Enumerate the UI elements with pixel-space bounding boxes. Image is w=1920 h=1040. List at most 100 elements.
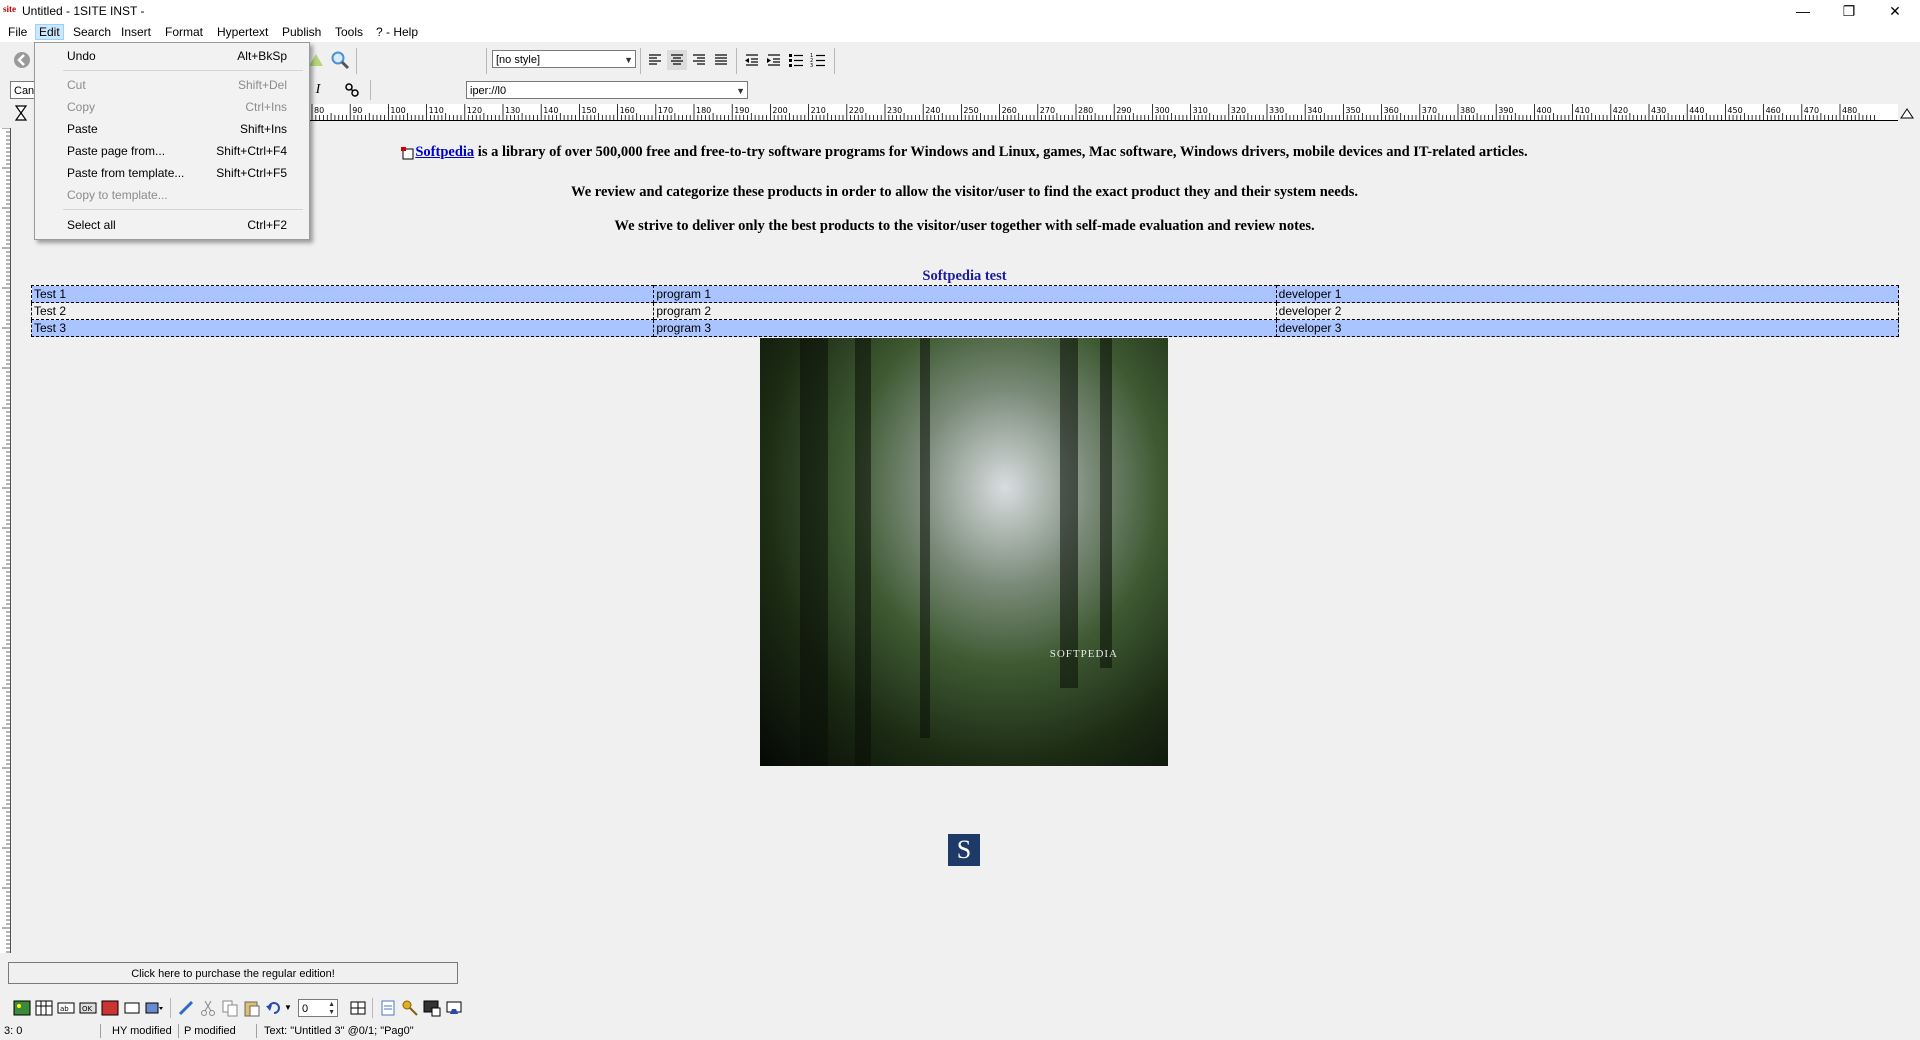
document-canvas[interactable]: Softpedia is a library of over 500,000 f… — [12, 128, 1917, 953]
minimize-button[interactable]: — — [1780, 0, 1826, 22]
table-cell[interactable]: Test 2 — [30, 302, 655, 320]
grid-icon[interactable] — [348, 998, 368, 1018]
menu-paste[interactable]: Paste Shift+Ins — [35, 119, 309, 139]
menu-file[interactable]: File — [5, 25, 30, 39]
table-cell[interactable]: developer 1 — [1275, 285, 1900, 303]
ruler-label: 260 — [1002, 106, 1017, 115]
ruler-label: 380 — [1460, 106, 1475, 115]
toolbar-separator — [640, 48, 641, 74]
copy-icon[interactable] — [220, 998, 240, 1018]
publish-icon[interactable] — [444, 998, 464, 1018]
intro-text: is a library of over 500,000 free and fr… — [474, 144, 1528, 160]
table-cell[interactable]: developer 2 — [1275, 302, 1900, 320]
table-cell[interactable]: developer 3 — [1275, 319, 1900, 337]
ruler-label: 170 — [658, 106, 673, 115]
menu-paste-from-template[interactable]: Paste from template... Shift+Ctrl+F5 — [35, 163, 309, 183]
justify-icon[interactable] — [711, 50, 731, 70]
indent-icon[interactable] — [764, 50, 784, 70]
status-divider — [100, 1024, 101, 1038]
menu-undo[interactable]: Undo Alt+BkSp — [35, 46, 309, 66]
back-icon[interactable] — [12, 50, 32, 70]
link-icon[interactable] — [342, 80, 362, 100]
ruler-triangle-icon[interactable] — [1900, 106, 1914, 120]
menu-format[interactable]: Format — [162, 25, 206, 39]
align-center-icon[interactable] — [667, 50, 687, 70]
table-row[interactable]: Test 2 program 2 developer 2 — [30, 302, 1900, 320]
softpedia-link[interactable]: Softpedia — [415, 144, 474, 160]
insert-frame-icon[interactable] — [122, 998, 142, 1018]
horizontal-ruler: 80 90 100 110 120 130 140 150 160 170 180 190 200 210… — [308, 104, 1898, 121]
status-divider — [256, 1024, 257, 1038]
toolbar-separator — [834, 48, 835, 74]
undo-icon[interactable] — [264, 998, 284, 1018]
chevron-down-icon: ▼ — [624, 55, 633, 65]
search-icon[interactable] — [330, 50, 350, 70]
cut-icon[interactable] — [198, 998, 218, 1018]
menu-separator — [63, 70, 303, 71]
data-table[interactable]: Test 1 program 1 developer 1 Test 2 prog… — [30, 285, 1900, 337]
table-row[interactable]: Test 3 program 3 developer 3 — [30, 319, 1900, 337]
ruler-label: 370 — [1422, 106, 1437, 115]
anchor-icon — [401, 146, 415, 160]
table-caption: Softpedia test — [922, 268, 1007, 284]
spinner-arrows-icon[interactable]: ▲ ▼ — [328, 1001, 335, 1016]
insert-list-icon[interactable] — [144, 998, 164, 1018]
table-cell[interactable]: Test 1 — [30, 285, 655, 303]
ruler-label: 480 — [1842, 106, 1857, 115]
ruler-label: 290 — [1116, 106, 1131, 115]
ruler-label: 470 — [1804, 106, 1819, 115]
ruler-label: 270 — [1040, 106, 1055, 115]
spinner-value: 0 — [302, 1003, 309, 1015]
table-cell[interactable]: Test 3 — [30, 319, 655, 337]
insert-button-icon[interactable]: OK — [78, 998, 98, 1018]
bullet-list-icon[interactable] — [786, 50, 806, 70]
font-combo[interactable]: Can — [10, 81, 36, 99]
maximize-button[interactable]: ❐ — [1826, 0, 1872, 22]
svg-text:OK: OK — [82, 1005, 93, 1013]
ruler-label: 130 — [505, 106, 520, 115]
italic-icon[interactable]: I — [308, 80, 328, 100]
svg-text:ab: ab — [60, 1005, 69, 1013]
insert-media-icon[interactable] — [100, 998, 120, 1018]
align-right-icon[interactable] — [689, 50, 709, 70]
key-icon[interactable] — [400, 998, 420, 1018]
close-button[interactable]: ✕ — [1872, 0, 1918, 22]
paste-icon[interactable] — [242, 998, 262, 1018]
table-cell[interactable]: program 1 — [653, 285, 1277, 303]
menu-search[interactable]: Search — [70, 25, 114, 39]
insert-image-icon[interactable] — [12, 998, 32, 1018]
url-combo[interactable]: iper://l0 ▼ — [466, 81, 748, 99]
menu-help[interactable]: ? - Help — [373, 25, 421, 39]
insert-field-icon[interactable]: ab — [56, 998, 76, 1018]
ruler-label: 140 — [543, 106, 558, 115]
outdent-icon[interactable] — [742, 50, 762, 70]
ruler-label: 90 — [352, 106, 362, 115]
vertical-ruler — [0, 127, 11, 953]
menu-paste-page-from[interactable]: Paste page from... Shift+Ctrl+F4 — [35, 141, 309, 161]
menu-tools[interactable]: Tools — [332, 25, 366, 39]
menu-publish[interactable]: Publish — [279, 25, 324, 39]
document-icon[interactable] — [378, 998, 398, 1018]
toolbar-separator — [370, 80, 371, 100]
spinner-input[interactable]: 0 ▲ ▼ — [298, 999, 338, 1017]
purchase-button[interactable]: Click here to purchase the regular editi… — [8, 962, 458, 984]
menu-hypertext[interactable]: Hypertext — [214, 25, 271, 39]
table-cell[interactable]: program 3 — [653, 319, 1277, 337]
menu-separator — [63, 209, 303, 210]
table-row[interactable]: Test 1 program 1 developer 1 — [30, 285, 1900, 303]
menu-insert[interactable]: Insert — [118, 25, 154, 39]
menu-select-all[interactable]: Select all Ctrl+F2 — [35, 215, 309, 235]
hyperlink-icon[interactable] — [176, 998, 196, 1018]
table-cell[interactable]: program 2 — [653, 302, 1277, 320]
s-logo-image[interactable]: S — [948, 834, 980, 866]
align-left-icon[interactable] — [645, 50, 665, 70]
edit-menu-dropdown: Undo Alt+BkSp Cut Shift+Del Copy Ctrl+Ins P… — [34, 42, 310, 240]
insert-table-icon[interactable] — [34, 998, 54, 1018]
menu-edit[interactable]: Edit — [35, 24, 64, 40]
numbered-list-icon[interactable]: 123 — [808, 50, 828, 70]
style-combo[interactable]: [no style] ▼ — [492, 50, 636, 68]
forest-image[interactable]: SOFTPEDIA — [760, 338, 1168, 766]
svg-text:3: 3 — [810, 63, 813, 69]
preview-icon[interactable] — [422, 998, 442, 1018]
app-icon: site — [3, 4, 16, 14]
